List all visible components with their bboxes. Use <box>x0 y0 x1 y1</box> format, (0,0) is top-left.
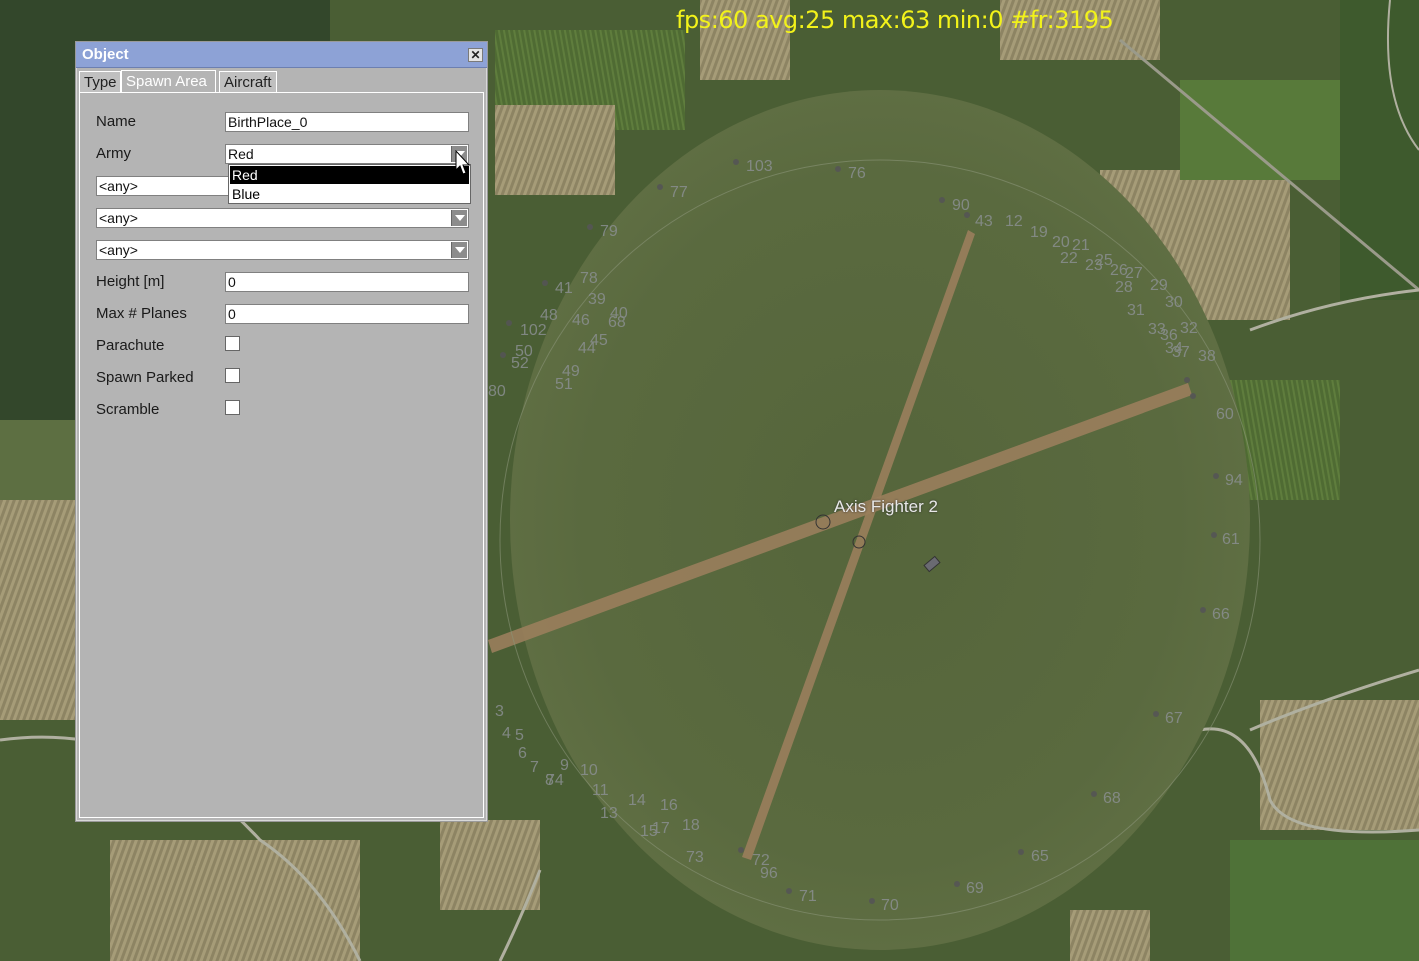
waypoint-label[interactable]: 80 <box>488 383 506 400</box>
name-label: Name <box>96 113 137 130</box>
waypoint-label[interactable]: 14 <box>628 792 646 809</box>
waypoint-label[interactable]: 66 <box>1212 606 1230 623</box>
waypoint-label[interactable]: 13 <box>600 805 618 822</box>
scramble-label: Scramble <box>96 401 160 418</box>
waypoint-label[interactable]: 3 <box>495 703 504 720</box>
waypoint-label[interactable]: 46 <box>572 312 590 329</box>
waypoint-label[interactable]: 16 <box>660 797 678 814</box>
waypoint-label[interactable]: 5 <box>515 727 524 744</box>
waypoint-label[interactable]: 61 <box>1222 531 1240 548</box>
waypoint-label[interactable]: 29 <box>1150 277 1168 294</box>
close-icon[interactable]: ✕ <box>468 48 483 62</box>
spawn-parked-label: Spawn Parked <box>96 369 194 386</box>
army-select-value: Red <box>228 146 254 162</box>
waypoint-label[interactable]: 76 <box>848 165 866 182</box>
filter-select-3-value: <any> <box>99 242 138 258</box>
waypoint-label[interactable]: 20 <box>1052 234 1070 251</box>
waypoint-label[interactable]: 22 <box>1060 250 1078 267</box>
army-select[interactable]: Red <box>225 144 469 164</box>
parachute-checkbox[interactable] <box>225 336 240 351</box>
parachute-label: Parachute <box>96 337 165 354</box>
dialog-titlebar[interactable]: Object ✕ <box>76 42 487 68</box>
waypoint-label[interactable]: 67 <box>1165 710 1183 727</box>
waypoint-label[interactable]: 102 <box>520 322 547 339</box>
waypoint-label[interactable]: 65 <box>1031 848 1049 865</box>
waypoint-label[interactable]: 60 <box>1216 406 1234 423</box>
waypoint-label[interactable]: 52 <box>511 355 529 372</box>
filter-select-2-value: <any> <box>99 210 138 226</box>
name-field[interactable]: BirthPlace_0 <box>225 112 469 132</box>
waypoint-label[interactable]: 10 <box>580 762 598 779</box>
spawn-parked-checkbox[interactable] <box>225 368 240 383</box>
chevron-down-icon[interactable] <box>451 210 467 226</box>
waypoint-label[interactable]: 39 <box>588 291 606 308</box>
waypoint-label[interactable]: 19 <box>1030 224 1048 241</box>
waypoint-label[interactable]: 94 <box>1225 472 1243 489</box>
waypoint-label[interactable]: 79 <box>600 223 618 240</box>
waypoint-label[interactable]: 78 <box>580 270 598 287</box>
waypoint-label[interactable]: 6 <box>518 745 527 762</box>
height-label: Height [m] <box>96 273 165 290</box>
airfield-label[interactable]: Axis Fighter 2 <box>834 497 938 517</box>
filter-select-3[interactable]: <any> <box>96 240 469 260</box>
tab-type[interactable]: Type <box>79 71 121 92</box>
waypoint-label[interactable]: 4 <box>502 725 511 742</box>
army-option-red[interactable]: Red <box>230 166 469 184</box>
waypoint-label[interactable]: 37 <box>1172 344 1190 361</box>
tab-aircraft[interactable]: Aircraft <box>219 71 277 92</box>
filter-select-2[interactable]: <any> <box>96 208 469 228</box>
waypoint-label[interactable]: 74 <box>546 772 564 789</box>
waypoint-label[interactable]: 36 <box>1160 327 1178 344</box>
waypoint-label[interactable]: 38 <box>1198 348 1216 365</box>
waypoint-label[interactable]: 28 <box>1115 279 1133 296</box>
waypoint-label[interactable]: 15 <box>640 823 658 840</box>
max-planes-field[interactable]: 0 <box>225 304 469 324</box>
waypoint-label[interactable]: 41 <box>555 280 573 297</box>
waypoint-label[interactable]: 72 <box>752 852 770 869</box>
object-dialog: Object ✕ Type Spawn Area Aircraft Name B… <box>75 41 488 822</box>
waypoint-label[interactable]: 103 <box>746 158 773 175</box>
spawn-area-panel: Name BirthPlace_0 Army Red <any> <any> <… <box>79 92 484 818</box>
waypoint-label[interactable]: 70 <box>881 897 899 914</box>
height-field[interactable]: 0 <box>225 272 469 292</box>
waypoint-label[interactable]: 31 <box>1127 302 1145 319</box>
waypoint-label[interactable]: 12 <box>1005 213 1023 230</box>
waypoint-label[interactable]: 30 <box>1165 294 1183 311</box>
waypoint-label[interactable]: 90 <box>952 197 970 214</box>
waypoint-label[interactable]: 68 <box>1103 790 1121 807</box>
scramble-checkbox[interactable] <box>225 400 240 415</box>
waypoint-label[interactable]: 32 <box>1180 320 1198 337</box>
filter-select-1-value: <any> <box>99 178 138 194</box>
waypoint-label[interactable]: 69 <box>966 880 984 897</box>
fps-counter: fps:60 avg:25 max:63 min:0 #fr:3195 <box>676 6 1114 34</box>
waypoint-label[interactable]: 11 <box>592 782 609 799</box>
waypoint-label[interactable]: 77 <box>670 184 688 201</box>
waypoint-label[interactable]: 73 <box>686 849 704 866</box>
mouse-cursor-icon <box>455 150 471 175</box>
waypoint-label[interactable]: 7 <box>530 759 539 776</box>
waypoint-label[interactable]: 43 <box>975 213 993 230</box>
waypoint-label[interactable]: 51 <box>555 376 573 393</box>
waypoint-label[interactable]: 44 <box>578 340 596 357</box>
army-label: Army <box>96 145 131 162</box>
dialog-title: Object <box>82 46 129 63</box>
waypoint-label[interactable]: 71 <box>799 888 817 905</box>
army-option-blue[interactable]: Blue <box>230 185 469 203</box>
chevron-down-icon[interactable] <box>451 242 467 258</box>
army-dropdown-list: Red Blue <box>228 164 471 204</box>
max-planes-label: Max # Planes <box>96 305 187 322</box>
waypoint-label[interactable]: 18 <box>682 817 700 834</box>
waypoint-label[interactable]: 68 <box>608 314 626 331</box>
tab-spawn-area[interactable]: Spawn Area <box>121 70 216 93</box>
